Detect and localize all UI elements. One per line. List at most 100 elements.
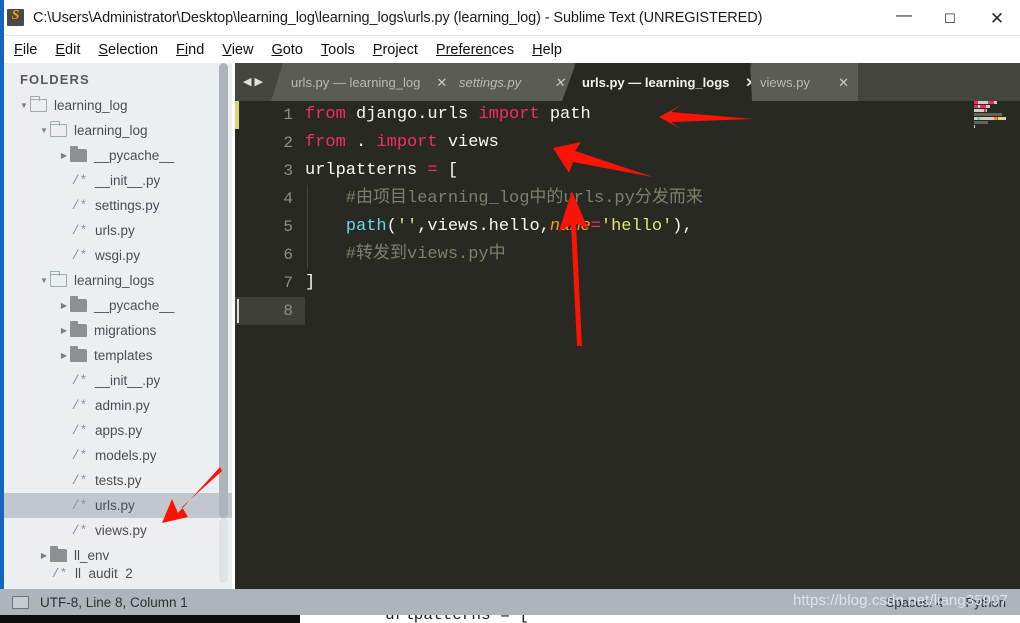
tree-item--pycache-[interactable]: ▶ __pycache__ (0, 293, 235, 318)
menu-project[interactable]: Project (364, 39, 427, 61)
menu-help[interactable]: Help (523, 39, 571, 61)
code-area[interactable]: 12345678 from django.urls import path fro… (235, 101, 1020, 589)
tree-item-learning-logs[interactable]: ▼ learning_logs (0, 268, 235, 293)
tree-item-label: settings.py (95, 198, 160, 213)
close-button[interactable]: ✕ (974, 0, 1020, 36)
tree-item-label: learning_log (74, 123, 148, 138)
menu-mnemonic: Preferen (435, 41, 492, 58)
sublime-text-icon (7, 8, 24, 26)
line-number: 6 (283, 246, 293, 264)
folder-closed-icon (70, 146, 87, 162)
menu-mnemonic: F (14, 41, 23, 58)
chevron-down-icon[interactable]: ▼ (38, 276, 50, 285)
tab-urls-py-learning-log[interactable]: urls.py — learning_log ✕ (271, 63, 451, 101)
token-plain: views (447, 133, 499, 152)
minimap[interactable] (972, 101, 1020, 589)
tree-item-ll-audit-2[interactable]: /* ll_audit_2 (0, 568, 235, 579)
minimap-line (972, 129, 1020, 133)
chevron-down-icon[interactable]: ▼ (38, 126, 50, 135)
file-icon: /* (71, 173, 88, 188)
code-line-1[interactable]: from django.urls import path (305, 101, 1020, 129)
line-modified-marker (235, 101, 239, 129)
chevron-down-icon[interactable]: ▼ (18, 101, 30, 110)
tree-item-learning-log[interactable]: ▼ learning_log (0, 93, 235, 118)
tab-settings-py[interactable]: settings.py ✕ (439, 63, 574, 101)
code-line-7[interactable]: ] (305, 269, 1020, 297)
tree-item-admin-py[interactable]: /* admin.py (0, 393, 235, 418)
tree-item-label: templates (94, 348, 153, 363)
menu-find[interactable]: Find (167, 39, 213, 61)
menu-selection[interactable]: Selection (89, 39, 167, 61)
tree-item-wsgi-py[interactable]: /* wsgi.py (0, 243, 235, 268)
code-line-5[interactable]: path('',views.hello,name='hello'), (305, 213, 1020, 241)
file-icon: /* (71, 523, 88, 538)
tree-item-tests-py[interactable]: /* tests.py (0, 468, 235, 493)
tree-item-label: admin.py (95, 398, 150, 413)
code-line-4[interactable]: #由项目learning_log中的urls.py分发而来 (305, 185, 1020, 213)
tab-label: urls.py — learning_log (291, 74, 421, 90)
token-bracket: [ (447, 161, 459, 180)
sidebar-scrollbar-thumb[interactable] (219, 63, 228, 518)
menu-edit[interactable]: Edit (46, 39, 89, 61)
close-icon: ✕ (989, 8, 1005, 28)
minimap-token (983, 117, 994, 120)
tree-item-migrations[interactable]: ▶ migrations (0, 318, 235, 343)
minimap-token (986, 105, 990, 108)
tree-item-urls-py[interactable]: /* urls.py (0, 218, 235, 243)
background-window-peek: urlpatterns = [ (0, 615, 1020, 623)
chevron-right-icon[interactable]: ▶ (38, 551, 50, 560)
menu-label-rest: oto (282, 41, 303, 58)
chevron-right-icon[interactable]: ▶ (58, 326, 70, 335)
chevron-right-icon[interactable]: ▶ (58, 351, 70, 360)
status-bar: UTF-8, Line 8, Column 1 Spaces: 4 Python… (0, 589, 1020, 615)
watermark-url: https://blog.csdn.net/liang35997 (792, 592, 1008, 609)
code-text[interactable]: from django.urls import path from . impor… (305, 101, 1020, 589)
tree-item--init-py[interactable]: /* __init__.py (0, 168, 235, 193)
code-line-8[interactable] (305, 297, 1020, 325)
tab-close-icon[interactable]: ✕ (554, 76, 565, 89)
chevron-right-icon[interactable]: ▶ (58, 151, 70, 160)
minimap-token (974, 121, 988, 124)
minimize-button[interactable]: — (881, 0, 927, 36)
tree-item-urls-py[interactable]: /* urls.py (0, 493, 235, 518)
tab-next-icon[interactable]: ▶ (255, 76, 263, 88)
tab-close-icon[interactable]: ✕ (838, 76, 849, 89)
file-icon: /* (71, 373, 88, 388)
line-number: 2 (283, 134, 293, 152)
tree-item-views-py[interactable]: /* views.py (0, 518, 235, 543)
file-icon: /* (71, 223, 88, 238)
tab-close-icon[interactable]: ✕ (436, 76, 447, 89)
gutter-lines: 1 2 3 4 5 6 7 8 (235, 101, 305, 325)
menu-goto[interactable]: Goto (262, 39, 311, 61)
menu-view[interactable]: View (213, 39, 262, 61)
tab-urls-py-learning-logs[interactable]: urls.py — learning_logs ✕ (562, 63, 752, 101)
menu-label-rest: nd (188, 41, 205, 58)
tree-item-models-py[interactable]: /* models.py (0, 443, 235, 468)
sidebar-scrollbar-track[interactable] (219, 518, 228, 583)
tree-item-apps-py[interactable]: /* apps.py (0, 418, 235, 443)
minimap-token (994, 101, 997, 104)
tab-views-py[interactable]: views.py ✕ (740, 63, 858, 101)
tab-navigation[interactable]: ◀ ▶ (235, 63, 271, 101)
tab-prev-icon[interactable]: ◀ (243, 76, 251, 88)
tree-item--pycache-[interactable]: ▶ __pycache__ (0, 143, 235, 168)
tree-item-settings-py[interactable]: /* settings.py (0, 193, 235, 218)
menu-file[interactable]: File (5, 39, 46, 61)
sidebar-scrollbar[interactable] (219, 63, 228, 589)
tree-item-ll-env[interactable]: ▶ ll_env (0, 543, 235, 568)
token-str: '' (396, 217, 418, 236)
menu-tools[interactable]: Tools (312, 39, 364, 61)
code-line-2[interactable]: from . import views (305, 129, 1020, 157)
tree-item-templates[interactable]: ▶ templates (0, 343, 235, 368)
status-left: UTF-8, Line 8, Column 1 (0, 589, 188, 615)
menu-preferences[interactable]: Preferences (427, 39, 523, 61)
tabs-host: urls.py — learning_log ✕ settings.py ✕ urls.… (271, 63, 858, 101)
code-line-6[interactable]: #转发到views.py中 (305, 241, 1020, 269)
tree-item--init-py[interactable]: /* __init__.py (0, 368, 235, 393)
tree-item-learning-log[interactable]: ▼ learning_log (0, 118, 235, 143)
maximize-button[interactable]: ☐ (927, 0, 973, 36)
code-line-3[interactable]: urlpatterns = [ (305, 157, 1020, 185)
chevron-right-icon[interactable]: ▶ (58, 301, 70, 310)
folder-open-icon (50, 271, 67, 287)
folder-closed-icon (70, 296, 87, 312)
